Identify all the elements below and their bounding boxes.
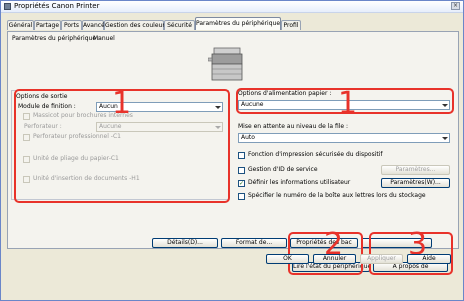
secure-print-label: Fonction d'impression sécurisée du dispo…: [248, 151, 383, 158]
tab-device-settings[interactable]: Paramètres du périphérique: [195, 17, 281, 30]
tab-ports[interactable]: Ports: [61, 20, 82, 30]
device-settings-panel: Paramètres du périphérique : Manuel Opti…: [7, 31, 459, 275]
dept-settings-button[interactable]: Paramètres...: [381, 165, 450, 175]
hold-label: Mise en attente au niveau de la file :: [238, 123, 349, 130]
mailbox-checkbox[interactable]: [238, 193, 245, 200]
printer-image: [208, 47, 243, 81]
device-settings-label: Paramètres du périphérique :: [12, 35, 100, 42]
paper-source-button[interactable]: Format de...: [221, 238, 287, 248]
user-settings-button[interactable]: Paramètres(W)...: [381, 178, 450, 188]
window-title: Propriétés Canon Printer: [14, 2, 100, 10]
device-settings-value: Manuel: [93, 35, 115, 42]
dept-id-checkbox[interactable]: [238, 167, 245, 174]
printer-icon: [4, 3, 11, 10]
dept-id-label: Gestion d'ID de service: [248, 166, 318, 173]
tab-advanced[interactable]: Avancé: [82, 20, 105, 30]
tab-color-management[interactable]: Gestion des couleurs: [104, 20, 168, 30]
help-button[interactable]: Aide: [407, 254, 451, 264]
callout-number-1b: 1: [338, 86, 358, 121]
printer-properties-window: Propriétés Canon Printer × Général Parta…: [0, 0, 464, 301]
ok-button[interactable]: OK: [266, 254, 309, 264]
apply-button[interactable]: Appliquer: [360, 254, 403, 264]
chevron-down-icon: [442, 137, 448, 140]
hold-value: Auto: [241, 134, 255, 141]
tab-general[interactable]: Général: [7, 20, 34, 30]
tab-sharing[interactable]: Partage: [34, 20, 61, 30]
user-info-checkbox[interactable]: ✓: [238, 180, 245, 187]
secure-print-checkbox[interactable]: [238, 152, 245, 159]
hold-select[interactable]: Auto: [238, 133, 450, 143]
tab-profile[interactable]: Profil: [281, 20, 301, 30]
tab-security[interactable]: Sécurité: [164, 20, 195, 30]
close-icon[interactable]: ×: [451, 2, 460, 10]
cancel-button[interactable]: Annuler: [313, 254, 356, 264]
user-info-label: Définir les informations utilisateur: [248, 179, 351, 186]
details-button[interactable]: Détails(D)...: [152, 238, 218, 248]
callout-number-1a: 1: [112, 86, 132, 121]
title-bar: Propriétés Canon Printer ×: [1, 1, 463, 13]
mailbox-label: Spécifier le numéro de la boîte aux lett…: [248, 192, 426, 199]
